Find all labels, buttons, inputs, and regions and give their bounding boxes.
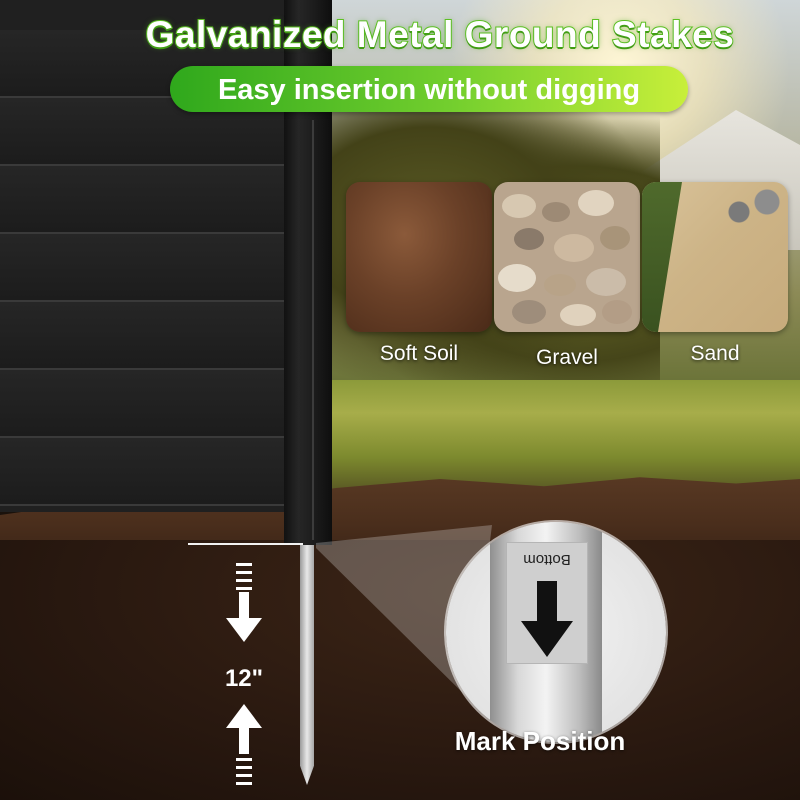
bottom-mark-text: Bottom — [523, 551, 571, 568]
pebble — [544, 274, 576, 296]
measure-dash — [236, 571, 252, 574]
sand-label: Sand — [690, 342, 740, 365]
mark-position-caption: Mark Position — [454, 726, 626, 756]
measure-dash — [236, 758, 252, 761]
fence-slat — [0, 166, 300, 234]
measure-dash — [236, 563, 252, 566]
fence-slat — [0, 302, 300, 370]
product-photo: Bottom Soft Soil Gravel Sand Galvanized … — [0, 0, 800, 800]
pebble — [586, 268, 626, 296]
down-arrow-icon — [521, 581, 573, 657]
pebble — [542, 202, 570, 222]
ground-level-line — [188, 543, 303, 545]
up-arrow-icon — [226, 704, 262, 754]
pebble — [602, 300, 632, 324]
page-title: Galvanized Metal Ground Stakes — [145, 13, 735, 56]
down-arrow-icon — [226, 592, 262, 642]
pebble — [560, 304, 596, 326]
pebble — [514, 228, 544, 250]
soft-soil-image — [346, 182, 492, 332]
sand-image — [642, 182, 788, 332]
measure-dash — [236, 774, 252, 777]
measure-dash — [236, 579, 252, 582]
grass-edge — [642, 182, 682, 332]
mark-position-zoom: Bottom — [446, 522, 666, 742]
pebble — [600, 226, 630, 250]
measure-dash — [236, 766, 252, 769]
fence-slat — [0, 438, 300, 506]
pebble — [578, 190, 614, 216]
subtitle-pill: Easy insertion without digging — [170, 66, 688, 112]
soft-soil-label: Soft Soil — [379, 342, 459, 365]
garden-rocks — [718, 182, 788, 232]
gravel-label: Gravel — [536, 346, 598, 369]
fence-slat — [0, 234, 300, 302]
ground-stake — [300, 545, 314, 785]
pebble — [498, 264, 536, 292]
pebble — [512, 300, 546, 324]
depth-label: 12" — [224, 665, 264, 692]
pebble — [554, 234, 594, 262]
fence-post-seam — [312, 120, 314, 540]
subtitle-text: Easy insertion without digging — [217, 74, 641, 106]
fence-slat — [0, 370, 300, 438]
stake-mark-label: Bottom — [506, 542, 588, 664]
measure-dash — [236, 782, 252, 785]
pebble — [502, 194, 536, 218]
measure-dash — [236, 587, 252, 590]
gravel-image — [494, 182, 640, 332]
